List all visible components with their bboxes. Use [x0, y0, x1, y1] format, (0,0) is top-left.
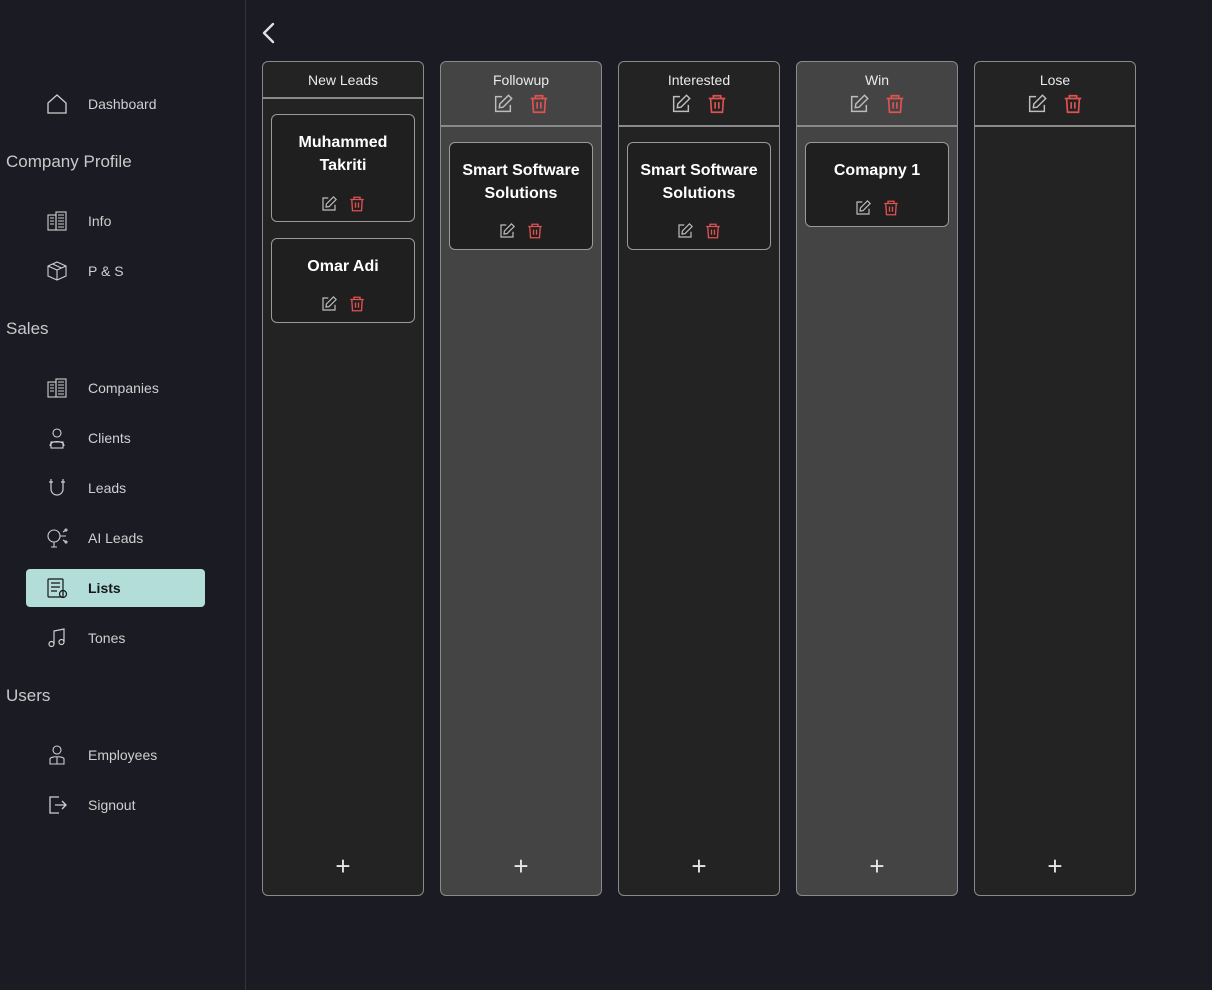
add-card-button[interactable]: + [441, 853, 601, 879]
employee-icon [45, 743, 69, 767]
sidebar-item-tones[interactable]: Tones [26, 619, 205, 657]
column-title: New Leads [307, 72, 379, 88]
column-actions [975, 93, 1135, 115]
sidebar-item-label: AI Leads [88, 530, 144, 546]
column-header: Followup [441, 62, 601, 127]
column-title: Win [864, 72, 890, 88]
sidebar-item-label: P & S [88, 263, 124, 279]
board-column-followup: Followup Smart Software Solutions + [440, 61, 602, 896]
edit-icon[interactable] [320, 295, 338, 313]
lead-card[interactable]: Omar Adi [271, 238, 415, 323]
card-actions [450, 222, 592, 240]
sidebar-item-ps[interactable]: P & S [26, 252, 205, 290]
sidebar-item-companies[interactable]: Companies [26, 369, 205, 407]
delete-icon[interactable] [704, 222, 722, 240]
back-button[interactable] [256, 20, 282, 46]
edit-icon[interactable] [676, 222, 694, 240]
sidebar-item-lists[interactable]: Lists [26, 569, 205, 607]
chevron-left-icon [262, 22, 275, 44]
card-title: Omar Adi [307, 258, 379, 275]
card-title: Comapny 1 [833, 162, 921, 179]
sidebar-item-label: Tones [88, 630, 126, 646]
box-icon [45, 259, 69, 283]
lead-card[interactable]: Smart Software Solutions [627, 142, 771, 250]
edit-icon[interactable] [848, 93, 870, 115]
column-title: Interested [667, 72, 731, 88]
client-icon [45, 426, 69, 450]
add-card-button[interactable]: + [619, 853, 779, 879]
list-icon [45, 576, 69, 600]
sidebar-item-label: Employees [88, 747, 158, 763]
sidebar-item-label: Clients [88, 430, 131, 446]
sidebar-item-ai-leads[interactable]: AI Leads [26, 519, 205, 557]
ai-brain-icon [45, 526, 69, 550]
delete-icon[interactable] [882, 199, 900, 217]
home-icon [45, 92, 69, 116]
edit-icon[interactable] [492, 93, 514, 115]
card-actions [806, 199, 948, 217]
sidebar-item-label: Leads [88, 480, 127, 496]
sidebar-item-employees[interactable]: Employees [26, 736, 205, 774]
sidebar-item-dashboard[interactable]: Dashboard [26, 85, 205, 123]
add-card-button[interactable]: + [263, 853, 423, 879]
delete-icon[interactable] [528, 93, 550, 115]
board-column-win: Win Comapny 1 + [796, 61, 958, 896]
card-title: Muhammed Takriti [298, 134, 388, 174]
column-header: Win [797, 62, 957, 127]
buildings-icon [45, 209, 69, 233]
card-actions [272, 295, 414, 313]
column-actions [441, 93, 601, 115]
delete-icon[interactable] [526, 222, 544, 240]
card-title: Smart Software Solutions [462, 162, 580, 202]
card-actions [628, 222, 770, 240]
edit-icon[interactable] [670, 93, 692, 115]
board-column-interested: Interested Smart Software Solutions + [618, 61, 780, 896]
sidebar-item-clients[interactable]: Clients [26, 419, 205, 457]
signout-icon [45, 793, 69, 817]
magnet-icon [45, 476, 69, 500]
delete-icon[interactable] [706, 93, 728, 115]
card-actions [272, 195, 414, 213]
sidebar-item-info[interactable]: Info [26, 202, 205, 240]
board-column-new-leads: New Leads Muhammed Takriti Omar Adi + [262, 61, 424, 896]
add-card-button[interactable]: + [975, 853, 1135, 879]
edit-icon[interactable] [1026, 93, 1048, 115]
sidebar-item-label: Info [88, 213, 112, 229]
music-note-icon [45, 626, 69, 650]
delete-icon[interactable] [884, 93, 906, 115]
edit-icon[interactable] [498, 222, 516, 240]
column-actions [797, 93, 957, 115]
lead-card[interactable]: Comapny 1 [805, 142, 949, 227]
section-title-users: Users [6, 686, 51, 705]
card-title: Smart Software Solutions [640, 162, 758, 202]
column-title: Lose [1039, 72, 1071, 88]
sidebar-item-label: Dashboard [88, 96, 157, 112]
sidebar-item-signout[interactable]: Signout [26, 786, 205, 824]
column-actions [619, 93, 779, 115]
delete-icon[interactable] [348, 295, 366, 313]
column-header: Lose [975, 62, 1135, 127]
delete-icon[interactable] [1062, 93, 1084, 115]
section-title-company-profile: Company Profile [6, 152, 132, 171]
sidebar-item-label: Signout [88, 797, 136, 813]
column-header: New Leads [263, 62, 423, 99]
section-title-sales: Sales [6, 319, 49, 338]
sidebar: Dashboard Company Profile Info P & S Sal… [0, 0, 246, 990]
lead-card[interactable]: Muhammed Takriti [271, 114, 415, 222]
app-root: Dashboard Company Profile Info P & S Sal… [0, 0, 1212, 990]
edit-icon[interactable] [320, 195, 338, 213]
column-header: Interested [619, 62, 779, 127]
sidebar-item-label: Lists [88, 580, 121, 596]
add-card-button[interactable]: + [797, 853, 957, 879]
lead-card[interactable]: Smart Software Solutions [449, 142, 593, 250]
board-column-lose: Lose + [974, 61, 1136, 896]
delete-icon[interactable] [348, 195, 366, 213]
sidebar-item-label: Companies [88, 380, 159, 396]
edit-icon[interactable] [854, 199, 872, 217]
sidebar-item-leads[interactable]: Leads [26, 469, 205, 507]
buildings-icon [45, 376, 69, 400]
column-title: Followup [492, 72, 550, 88]
